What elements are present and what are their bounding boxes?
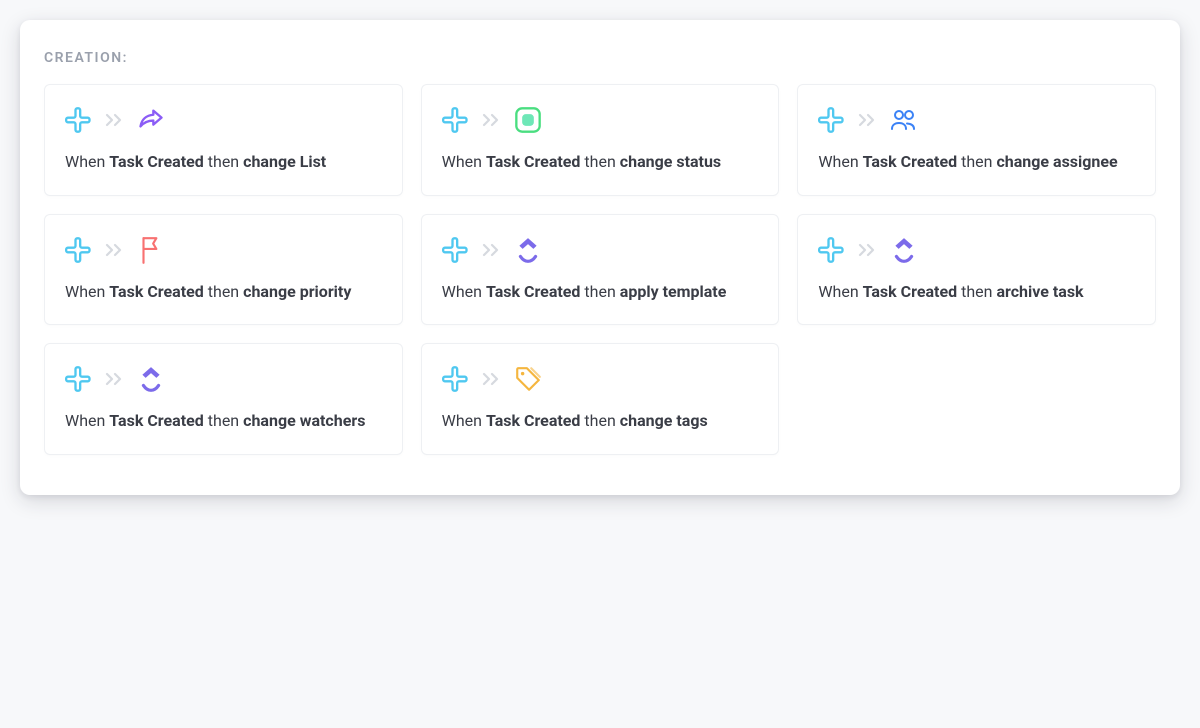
text-trigger: Task Created bbox=[109, 411, 204, 430]
chevrons-icon bbox=[858, 112, 878, 128]
card-text: When Task Created then change tags bbox=[442, 410, 759, 432]
text-middle: then bbox=[204, 282, 243, 301]
text-middle: then bbox=[957, 282, 996, 301]
text-trigger: Task Created bbox=[109, 152, 204, 171]
text-middle: then bbox=[580, 411, 619, 430]
text-action: change status bbox=[620, 152, 721, 171]
card-text: When Task Created then change watchers bbox=[65, 410, 382, 432]
people-icon bbox=[890, 106, 918, 134]
automation-card[interactable]: When Task Created then change tags bbox=[421, 343, 780, 455]
card-icon-row bbox=[65, 105, 382, 135]
card-text: When Task Created then change assignee bbox=[818, 151, 1135, 173]
automations-panel: CREATION: When Task Created then change … bbox=[20, 20, 1180, 495]
card-text: When Task Created then change status bbox=[442, 151, 759, 173]
chevrons-icon bbox=[105, 112, 125, 128]
text-middle: then bbox=[580, 282, 619, 301]
flag-icon bbox=[137, 236, 165, 264]
text-prefix: When bbox=[65, 282, 109, 301]
clickup-icon bbox=[137, 365, 165, 393]
text-prefix: When bbox=[818, 152, 862, 171]
plus-icon bbox=[65, 365, 93, 393]
chevrons-icon bbox=[105, 242, 125, 258]
automation-card[interactable]: When Task Created then archive task bbox=[797, 214, 1156, 326]
text-action: change List bbox=[243, 152, 326, 171]
chevrons-icon bbox=[482, 242, 502, 258]
text-prefix: When bbox=[65, 411, 109, 430]
text-action: apply template bbox=[620, 282, 727, 301]
clickup-icon bbox=[514, 236, 542, 264]
text-middle: then bbox=[204, 411, 243, 430]
text-action: change tags bbox=[620, 411, 708, 430]
text-trigger: Task Created bbox=[109, 282, 204, 301]
text-trigger: Task Created bbox=[863, 152, 958, 171]
plus-icon bbox=[818, 106, 846, 134]
text-middle: then bbox=[204, 152, 243, 171]
card-text: When Task Created then change List bbox=[65, 151, 382, 173]
automation-card[interactable]: When Task Created then change status bbox=[421, 84, 780, 196]
tag-icon bbox=[514, 365, 542, 393]
card-icon-row bbox=[65, 364, 382, 394]
status-icon bbox=[514, 106, 542, 134]
clickup-icon bbox=[890, 236, 918, 264]
card-icon-row bbox=[65, 235, 382, 265]
plus-icon bbox=[442, 236, 470, 264]
cards-grid: When Task Created then change List When … bbox=[44, 84, 1156, 455]
text-trigger: Task Created bbox=[486, 152, 581, 171]
card-icon-row bbox=[442, 105, 759, 135]
text-trigger: Task Created bbox=[486, 282, 581, 301]
card-icon-row bbox=[818, 235, 1135, 265]
text-prefix: When bbox=[442, 282, 486, 301]
chevrons-icon bbox=[858, 242, 878, 258]
automation-card[interactable]: When Task Created then apply template bbox=[421, 214, 780, 326]
card-text: When Task Created then archive task bbox=[818, 281, 1135, 303]
plus-icon bbox=[442, 365, 470, 393]
text-action: change watchers bbox=[243, 411, 365, 430]
automation-card[interactable]: When Task Created then change watchers bbox=[44, 343, 403, 455]
plus-icon bbox=[442, 106, 470, 134]
plus-icon bbox=[65, 106, 93, 134]
text-middle: then bbox=[580, 152, 619, 171]
text-action: change assignee bbox=[996, 152, 1117, 171]
automation-card[interactable]: When Task Created then change assignee bbox=[797, 84, 1156, 196]
text-action: archive task bbox=[996, 282, 1083, 301]
card-text: When Task Created then change priority bbox=[65, 281, 382, 303]
card-icon-row bbox=[442, 364, 759, 394]
text-trigger: Task Created bbox=[863, 282, 958, 301]
text-middle: then bbox=[957, 152, 996, 171]
chevrons-icon bbox=[482, 112, 502, 128]
automation-card[interactable]: When Task Created then change priority bbox=[44, 214, 403, 326]
chevrons-icon bbox=[482, 371, 502, 387]
plus-icon bbox=[65, 236, 93, 264]
plus-icon bbox=[818, 236, 846, 264]
share-icon bbox=[137, 106, 165, 134]
card-icon-row bbox=[442, 235, 759, 265]
chevrons-icon bbox=[105, 371, 125, 387]
card-text: When Task Created then apply template bbox=[442, 281, 759, 303]
text-prefix: When bbox=[442, 411, 486, 430]
automation-card[interactable]: When Task Created then change List bbox=[44, 84, 403, 196]
text-action: change priority bbox=[243, 282, 351, 301]
section-title: CREATION: bbox=[44, 50, 1156, 66]
text-prefix: When bbox=[818, 282, 862, 301]
card-icon-row bbox=[818, 105, 1135, 135]
text-prefix: When bbox=[442, 152, 486, 171]
text-trigger: Task Created bbox=[486, 411, 581, 430]
text-prefix: When bbox=[65, 152, 109, 171]
